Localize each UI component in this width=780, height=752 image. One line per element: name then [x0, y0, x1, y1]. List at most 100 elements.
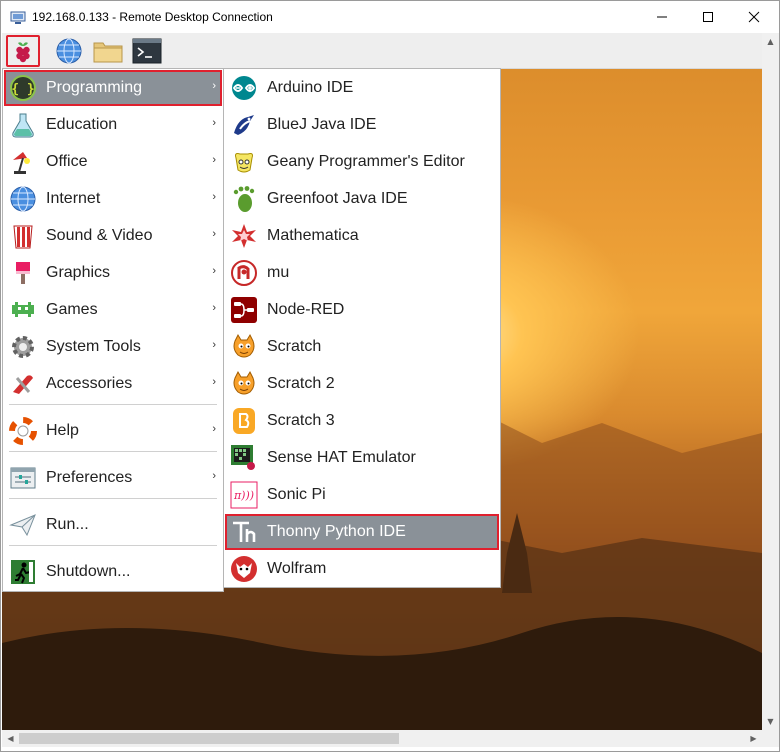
vertical-scrollbar[interactable]: ▲ ▼ [762, 33, 779, 730]
programming-icon: { } [8, 73, 38, 103]
menu-separator [9, 404, 217, 405]
remote-desktop-window: 192.168.0.133 - Remote Desktop Connectio… [0, 0, 780, 752]
menu-item-geany[interactable]: Geany Programmer's Editor [225, 144, 499, 180]
horizontal-scrollbar[interactable]: ◀ ▶ [2, 730, 762, 747]
menu-separator [9, 545, 217, 546]
menu-item-arduino-ide[interactable]: Arduino IDE [225, 70, 499, 106]
menu-item-programming[interactable]: { } Programming › [4, 70, 222, 106]
sound-video-icon [8, 221, 38, 251]
web-browser-button[interactable] [52, 35, 86, 67]
scroll-right-icon[interactable]: ▶ [745, 730, 762, 747]
menu-item-thonny[interactable]: Thonny Python IDE [225, 514, 499, 550]
games-icon [8, 295, 38, 325]
chevron-right-icon: › [212, 339, 216, 351]
chevron-right-icon: › [212, 376, 216, 388]
menu-item-scratch-3[interactable]: Scratch 3 [225, 403, 499, 439]
menu-item-office[interactable]: Office › [4, 144, 222, 180]
chevron-right-icon: › [212, 80, 216, 92]
svg-text:{ }: { } [11, 82, 34, 97]
scratch-icon [229, 332, 259, 362]
chevron-right-icon: › [212, 265, 216, 277]
menu-separator [9, 498, 217, 499]
internet-icon [8, 184, 38, 214]
mathematica-icon [229, 221, 259, 251]
menu-item-wolfram[interactable]: Wolfram [225, 551, 499, 587]
scratch2-icon [229, 369, 259, 399]
window-title: 192.168.0.133 - Remote Desktop Connectio… [32, 10, 273, 24]
menu-item-node-red[interactable]: Node-RED [225, 292, 499, 328]
menu-item-sense-hat[interactable]: Sense HAT Emulator [225, 440, 499, 476]
scratch3-icon [229, 406, 259, 436]
bluej-icon [229, 110, 259, 140]
maximize-icon [703, 12, 713, 22]
geany-icon [229, 147, 259, 177]
chevron-right-icon: › [212, 154, 216, 166]
close-button[interactable] [731, 1, 777, 33]
office-icon [8, 147, 38, 177]
minimize-icon [657, 16, 667, 18]
menu-item-preferences[interactable]: Preferences › [4, 460, 222, 496]
chevron-right-icon: › [212, 470, 216, 482]
raspberry-menu-icon [16, 42, 30, 63]
menu-item-run[interactable]: Run... [4, 507, 222, 543]
menu-item-games[interactable]: Games › [4, 292, 222, 328]
greenfoot-icon [229, 184, 259, 214]
menu-item-bluej[interactable]: BlueJ Java IDE [225, 107, 499, 143]
menu-item-system-tools[interactable]: System Tools › [4, 329, 222, 365]
title-bar[interactable]: 192.168.0.133 - Remote Desktop Connectio… [1, 1, 779, 33]
chevron-right-icon: › [212, 228, 216, 240]
applications-menu: { } Programming › Education › Office › I… [2, 68, 224, 592]
scroll-left-icon[interactable]: ◀ [2, 730, 19, 747]
close-icon [748, 11, 760, 23]
menu-item-scratch[interactable]: Scratch [225, 329, 499, 365]
graphics-icon [8, 258, 38, 288]
chevron-right-icon: › [212, 191, 216, 203]
menu-item-mu[interactable]: mu [225, 255, 499, 291]
maximize-button[interactable] [685, 1, 731, 33]
scroll-up-icon[interactable]: ▲ [762, 33, 779, 50]
remote-desktop[interactable]: { } Programming › Education › Office › I… [2, 33, 762, 730]
thonny-icon [229, 517, 259, 547]
taskbar [2, 33, 762, 69]
shutdown-icon [8, 557, 38, 587]
chevron-right-icon: › [212, 423, 216, 435]
file-manager-icon [93, 42, 123, 63]
terminal-icon [132, 38, 162, 64]
web-browser-icon [56, 38, 82, 64]
sonic-pi-icon: π))) [229, 480, 259, 510]
menu-item-shutdown[interactable]: Shutdown... [4, 554, 222, 590]
scroll-down-icon[interactable]: ▼ [762, 713, 779, 730]
menu-item-greenfoot[interactable]: Greenfoot Java IDE [225, 181, 499, 217]
node-red-icon [229, 295, 259, 325]
terminal-button[interactable] [130, 35, 164, 67]
sense-hat-icon [229, 443, 259, 473]
svg-text:π))): π))) [233, 489, 254, 502]
run-icon [8, 510, 38, 540]
minimize-button[interactable] [639, 1, 685, 33]
wolfram-icon [229, 554, 259, 584]
menu-item-graphics[interactable]: Graphics › [4, 255, 222, 291]
chevron-right-icon: › [212, 302, 216, 314]
file-manager-button[interactable] [91, 35, 125, 67]
preferences-icon [8, 463, 38, 493]
menu-item-sound-video[interactable]: Sound & Video › [4, 218, 222, 254]
menu-item-help[interactable]: Help › [4, 413, 222, 449]
chevron-right-icon: › [212, 117, 216, 129]
menu-item-mathematica[interactable]: Mathematica [225, 218, 499, 254]
scrollbar-corner [762, 730, 779, 747]
menu-item-internet[interactable]: Internet › [4, 181, 222, 217]
arduino-icon [229, 73, 259, 103]
menu-item-sonic-pi[interactable]: π))) Sonic Pi [225, 477, 499, 513]
menu-item-accessories[interactable]: Accessories › [4, 366, 222, 402]
education-icon [8, 110, 38, 140]
scrollbar-thumb[interactable] [19, 733, 399, 744]
system-tools-icon [8, 332, 38, 362]
raspberry-menu-button[interactable] [6, 35, 40, 67]
menu-separator [9, 451, 217, 452]
menu-item-scratch-2[interactable]: Scratch 2 [225, 366, 499, 402]
help-icon [8, 416, 38, 446]
remote-desktop-icon [10, 10, 26, 24]
accessories-icon [8, 369, 38, 399]
programming-submenu: Arduino IDE BlueJ Java IDE Geany Program… [223, 68, 501, 588]
menu-item-education[interactable]: Education › [4, 107, 222, 143]
